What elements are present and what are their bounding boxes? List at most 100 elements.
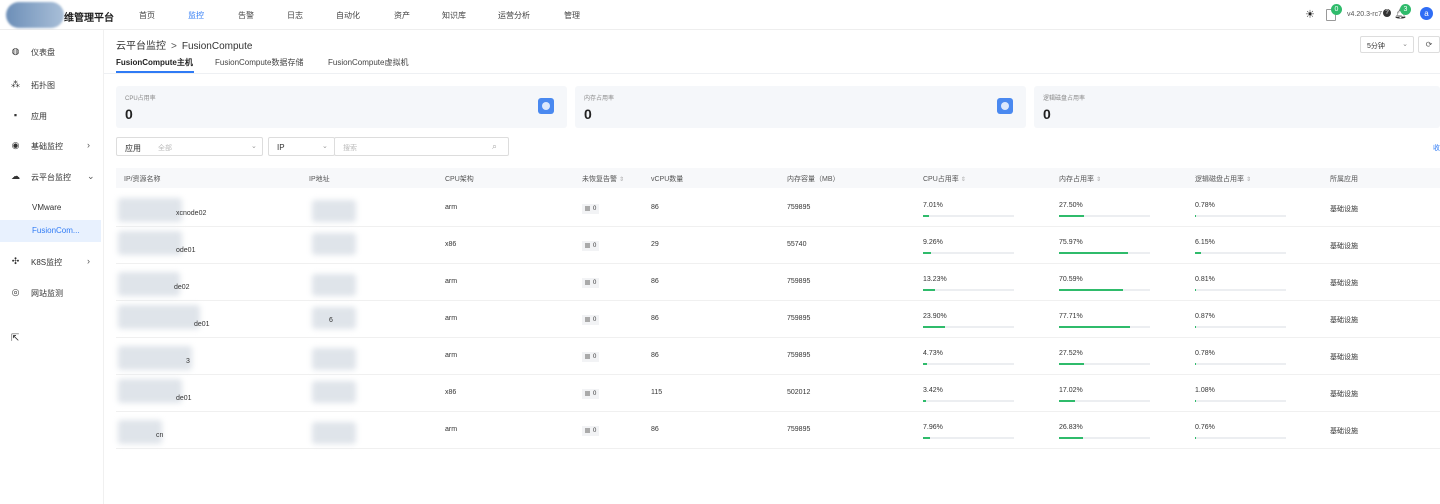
table-row[interactable]: de01 6 arm 0 86 759895 23.90% 77.71% 0.87% 基础设施 [116,301,1440,338]
alert-count-badge[interactable]: 0 [582,352,600,362]
alert-icon [585,316,590,322]
usage-bar [1059,215,1150,217]
sidebar-item[interactable]: FusionCom... [0,220,101,242]
nav-item[interactable]: 知识库 [442,10,466,21]
column-header-label: IP地址 [309,176,330,183]
sidebar-item[interactable]: ◍ 仪表盘 [0,41,101,63]
alert-count: 0 [593,317,597,323]
memory-usage: 27.50% [1059,202,1083,209]
column-header[interactable]: 内存占用率 ⇕ [1059,174,1101,184]
app-link[interactable]: 基础设施 [1330,241,1358,251]
column-header-label: 所属应用 [1330,176,1358,183]
memory-usage: 17.02% [1059,387,1083,394]
app-link[interactable]: 基础设施 [1330,315,1358,325]
resource-name[interactable]: ode01 [176,247,195,254]
column-header[interactable]: 未恢复告警 ⇕ [582,174,624,184]
search-input[interactable]: 搜索 ⌕ [334,137,509,156]
nav-item[interactable]: 运营分析 [498,10,530,21]
column-header[interactable]: 逻辑磁盘占用率 ⇕ [1195,174,1251,184]
sort-icon[interactable]: ⇕ [619,177,624,183]
tab[interactable]: FusionCompute虚拟机 [328,57,408,68]
summary-card: CPU占用率 0 [116,86,567,128]
vcpu-count: 86 [651,315,659,322]
sidebar-item-label: K8S监控 [31,258,63,267]
usage-bar-fill [1059,326,1130,328]
table-row[interactable]: 3 arm 0 86 759895 4.73% 27.52% 0.78% 基础设施 [116,338,1440,375]
disk-usage: 0.76% [1195,424,1215,431]
chevron-icon: › [87,256,90,266]
nav-item[interactable]: 管理 [564,10,580,21]
sidebar-item[interactable]: ◉ 基础监控 › [0,135,101,157]
app-link[interactable]: 基础设施 [1330,278,1358,288]
app-link[interactable]: 基础设施 [1330,389,1358,399]
sidebar-item[interactable]: ☁ 云平台监控 ⌄ [0,166,101,188]
resource-name[interactable]: xcnode02 [176,210,206,217]
export-link[interactable]: 收 [1433,143,1440,153]
resource-name[interactable]: de01 [176,395,192,402]
apps-icon: ▪ [13,110,18,120]
tab[interactable]: FusionCompute主机 [116,57,193,68]
redacted-ip [312,348,356,370]
table-row[interactable]: de02 arm 0 86 759895 13.23% 70.59% 0.81% 基础设施 [116,264,1440,301]
breadcrumb-parent[interactable]: 云平台监控 [116,41,166,52]
alert-icon [585,353,590,359]
alert-count: 0 [593,428,597,434]
alert-count-badge[interactable]: 0 [582,241,600,251]
sidebar-item[interactable]: ◎ 网站监测 [0,282,101,304]
theme-toggle-icon[interactable]: ☀ [1305,9,1317,21]
alert-count-badge[interactable]: 0 [582,315,600,325]
nav-item[interactable]: 告警 [238,10,254,21]
search-icon[interactable]: ⌕ [492,141,497,152]
memory-capacity: 759895 [787,426,811,433]
sidebar-item[interactable]: ✣ K8S监控 › [0,251,101,273]
table-row[interactable]: de01 x86 0 115 502012 3.42% 17.02% 1.08% 基础设施 [116,375,1440,412]
alert-count-badge[interactable]: 0 [582,426,600,436]
sort-icon[interactable]: ⇕ [1096,177,1101,183]
alert-count-badge[interactable]: 0 [582,389,600,399]
app-link[interactable]: 基础设施 [1330,426,1358,436]
usage-bar-fill [923,363,928,365]
app-filter-select[interactable]: 应用 全部 ⌄ [116,137,263,156]
camera-icon: ◉ [11,140,20,150]
table-row[interactable]: cn arm 0 86 759895 7.96% 26.83% 0.76% 基础设施 [116,412,1440,449]
tab[interactable]: FusionCompute数据存储 [215,57,303,68]
table-row[interactable]: xcnode02 arm 0 86 759895 7.01% 27.50% 0.78% 基础设施 [116,190,1440,227]
nav-item[interactable]: 监控 [188,10,204,21]
sidebar-item[interactable]: ▪ 应用 [0,105,101,127]
memory-usage: 77.71% [1059,313,1083,320]
ip-filter-select[interactable]: IP ⌄ [268,137,335,156]
alert-count-badge[interactable]: 0 [582,204,600,214]
resource-name[interactable]: de01 [194,321,210,328]
avatar[interactable]: a [1420,7,1433,20]
vcpu-count: 86 [651,204,659,211]
interval-value: 5分钟 [1367,43,1385,50]
resource-name[interactable]: de02 [174,284,190,291]
refresh-button[interactable]: ⟳ [1418,36,1440,53]
memory-usage: 70.59% [1059,276,1083,283]
help-icon[interactable]: ? [1383,9,1391,17]
sidebar-item-label: 仪表盘 [31,48,55,57]
sort-icon[interactable]: ⇕ [961,177,966,183]
nav-item[interactable]: 资产 [394,10,410,21]
nav-item[interactable]: 日志 [287,10,303,21]
sort-icon[interactable]: ⇕ [1246,177,1251,183]
column-header: IP地址 [309,174,330,184]
interval-select[interactable]: 5分钟 ⌄ [1360,36,1414,53]
app-link[interactable]: 基础设施 [1330,204,1358,214]
usage-bar [1059,289,1150,291]
column-header[interactable]: CPU占用率 ⇕ [923,174,966,184]
nav-item[interactable]: 首页 [139,10,155,21]
sidebar-item[interactable]: ⁂ 拓扑图 [0,74,101,96]
resource-name[interactable]: cn [156,432,163,439]
app-filter-placeholder: 全部 [158,145,172,152]
table-row[interactable]: ode01 x86 0 29 55740 9.26% 75.97% 6.15% 基础设施 [116,227,1440,264]
alert-count-badge[interactable]: 0 [582,278,600,288]
nav-item[interactable]: 自动化 [336,10,360,21]
cpu-arch: x86 [445,241,457,248]
app-link[interactable]: 基础设施 [1330,352,1358,362]
cpu-usage: 7.96% [923,424,943,431]
sidebar-item[interactable]: VMware [0,197,101,219]
resource-name[interactable]: 3 [186,358,190,365]
disk-usage: 0.78% [1195,202,1215,209]
usage-bar [923,400,1014,402]
